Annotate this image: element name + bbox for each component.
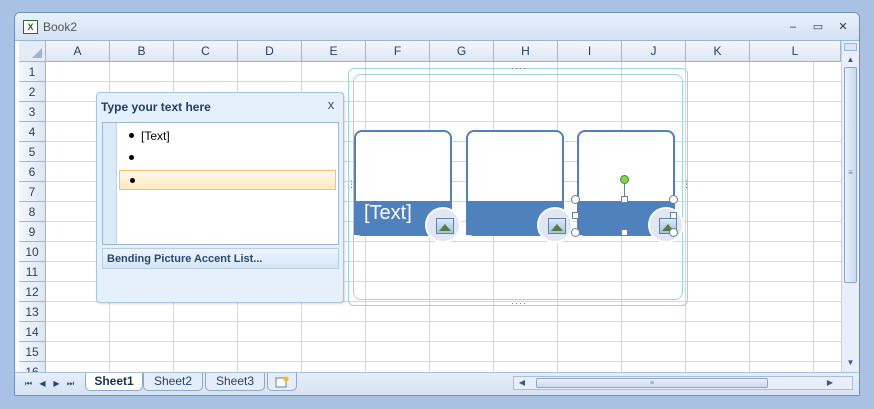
bullet-icon (130, 178, 135, 183)
column-header[interactable]: F (366, 41, 430, 62)
bullet-item[interactable]: [Text] (119, 126, 336, 146)
select-all-corner[interactable] (19, 41, 46, 62)
text-pane-close-icon[interactable]: x (323, 97, 339, 113)
row-header[interactable]: 5 (19, 142, 46, 162)
resize-handle-t[interactable] (621, 196, 628, 203)
bullet-text: [Text] (141, 129, 170, 143)
resize-handle-b[interactable] (621, 229, 628, 236)
rotation-handle[interactable] (620, 175, 629, 184)
column-header[interactable]: L (750, 41, 841, 62)
resize-handle-bl[interactable] (571, 228, 580, 237)
new-sheet-icon (275, 376, 289, 388)
frame-top-handle[interactable]: ···· (511, 63, 527, 73)
column-header[interactable]: G (430, 41, 494, 62)
text-pane-gutter (103, 123, 117, 244)
bullet-icon (129, 155, 134, 160)
picture-icon (436, 218, 454, 234)
column-header[interactable]: K (686, 41, 750, 62)
frame-right-handle[interactable]: ⋮ (682, 179, 692, 190)
picture-icon (548, 218, 566, 234)
first-sheet-button[interactable]: ⏮ (23, 378, 34, 390)
sheet-tab-sheet2[interactable]: Sheet2 (143, 373, 203, 391)
grid-line (46, 341, 841, 342)
resize-handle-br[interactable] (669, 228, 678, 237)
row-header[interactable]: 1 (19, 62, 46, 82)
horizontal-scrollbar[interactable]: ◀ ≡ ▶ (513, 376, 853, 390)
row-header[interactable]: 6 (19, 162, 46, 182)
grid-line (749, 62, 750, 372)
smartart-card-1[interactable]: [Text] (354, 130, 461, 243)
grid-line (46, 361, 841, 362)
maximize-button[interactable]: ▭ (810, 19, 826, 35)
window-title: Book2 (43, 20, 78, 34)
bullet-item-selected[interactable] (119, 170, 336, 190)
minimize-button[interactable]: – (785, 19, 801, 35)
column-header[interactable]: B (110, 41, 174, 62)
last-sheet-button[interactable]: ⏭ (65, 378, 76, 390)
smartart-graphic[interactable]: ···· ···· ⋮ ⋮ [Text] (347, 63, 691, 308)
column-header[interactable]: A (46, 41, 110, 62)
row-header[interactable]: 8 (19, 202, 46, 222)
bullet-item[interactable] (119, 148, 336, 168)
scroll-up-button[interactable]: ▲ (844, 54, 857, 66)
prev-sheet-button[interactable]: ◀ (37, 378, 48, 390)
split-box[interactable] (844, 43, 857, 51)
excel-window: X Book2 – ▭ ✕ ABCDEFGHIJKL 1 2 3 4 5 6 7 8 9 10 11… (14, 12, 860, 396)
title-bar[interactable]: X Book2 – ▭ ✕ (15, 13, 859, 41)
sheet-tab-bar: ⏮ ◀ ▶ ⏭ Sheet1 Sheet2 Sheet3 ◀ ≡ ▶ (15, 372, 859, 395)
excel-icon[interactable]: X (23, 20, 38, 34)
column-header[interactable]: H (494, 41, 558, 62)
grid-line (813, 62, 814, 372)
layout-name-link[interactable]: Bending Picture Accent List... (102, 248, 339, 269)
row-header[interactable]: 15 (19, 342, 46, 362)
card-text: [Text] (364, 202, 412, 224)
bullet-icon (129, 133, 134, 138)
vertical-scrollbar[interactable]: ▲ ≡ ▼ (841, 41, 859, 372)
text-pane-title: Type your text here (101, 100, 211, 114)
row-header[interactable]: 2 (19, 82, 46, 102)
row-header[interactable]: 3 (19, 102, 46, 122)
grid-line (46, 321, 841, 322)
picture-placeholder-1[interactable] (425, 207, 461, 243)
row-header[interactable]: 10 (19, 242, 46, 262)
row-header[interactable]: 13 (19, 302, 46, 322)
insert-sheet-icon[interactable] (267, 373, 297, 391)
close-button[interactable]: ✕ (835, 19, 851, 35)
column-header[interactable]: C (174, 41, 238, 62)
resize-handle-l[interactable] (572, 212, 579, 219)
horizontal-scroll-thumb[interactable]: ≡ (536, 378, 768, 388)
scroll-left-button[interactable]: ◀ (516, 377, 528, 389)
row-header[interactable]: 14 (19, 322, 46, 342)
scroll-down-button[interactable]: ▼ (844, 357, 857, 369)
picture-placeholder-3[interactable] (648, 207, 684, 243)
sheet-tab-sheet1[interactable]: Sheet1 (85, 373, 143, 391)
resize-handle-tr[interactable] (669, 195, 678, 204)
column-header[interactable]: E (302, 41, 366, 62)
sheet-tab-sheet3[interactable]: Sheet3 (205, 373, 265, 391)
next-sheet-button[interactable]: ▶ (51, 378, 62, 390)
column-header[interactable]: D (238, 41, 302, 62)
row-header[interactable]: 9 (19, 222, 46, 242)
column-header[interactable]: J (622, 41, 686, 62)
smartart-card-2[interactable] (466, 130, 573, 243)
row-header[interactable]: 7 (19, 182, 46, 202)
resize-handle-r[interactable] (670, 212, 677, 219)
row-header[interactable]: 4 (19, 122, 46, 142)
row-header[interactable]: 12 (19, 282, 46, 302)
row-header[interactable]: 11 (19, 262, 46, 282)
column-header[interactable]: I (558, 41, 622, 62)
text-pane-body[interactable]: [Text] (102, 122, 339, 245)
scroll-right-button[interactable]: ▶ (824, 377, 836, 389)
picture-placeholder-2[interactable] (537, 207, 573, 243)
resize-handle-tl[interactable] (571, 195, 580, 204)
smartart-text-pane[interactable]: Type your text here x [Text] Bending Pic… (96, 92, 344, 303)
vertical-scroll-thumb[interactable]: ≡ (844, 67, 857, 283)
